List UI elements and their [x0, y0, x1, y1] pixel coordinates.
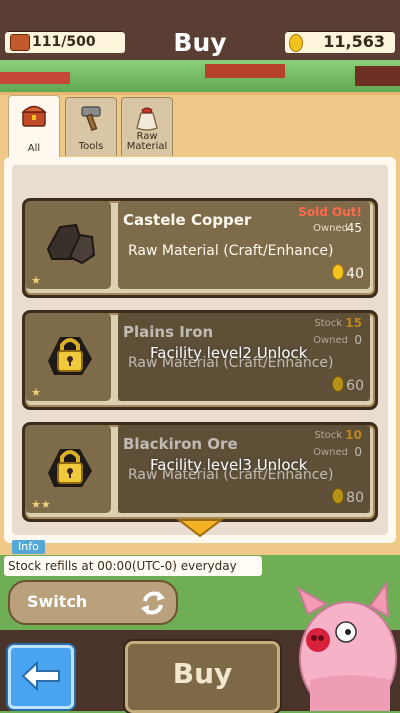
owned-label: Owned — [313, 335, 348, 346]
back-button[interactable] — [8, 645, 74, 709]
coin-icon — [289, 34, 303, 52]
item-card[interactable]: ★★ Blackiron Ore Stock 10 Owned 0 Raw Ma… — [22, 422, 378, 522]
sack-icon — [136, 107, 158, 131]
tab-all[interactable]: All — [8, 95, 60, 158]
price-value: 80 — [346, 490, 364, 506]
rarity-stars: ★ — [31, 386, 41, 399]
owned-label: Owned — [313, 447, 348, 458]
item-card[interactable]: ★ Castele Copper Sold Out! Owned 45 Raw … — [22, 198, 378, 298]
stock-value: 10 — [345, 428, 362, 442]
sold-out-badge: Sold Out! — [298, 205, 362, 219]
owned-value: 0 — [354, 333, 362, 347]
item-icon-box: ★ — [25, 313, 111, 401]
coin-value: 11,563 — [323, 32, 385, 51]
stock-refill-notice: Stock refills at 00:00(UTC-0) everyday — [4, 556, 262, 576]
price-value: 40 — [346, 266, 364, 282]
tab-tools[interactable]: Tools — [65, 97, 117, 156]
owned-value: 45 — [346, 221, 362, 235]
item-name: Blackiron Ore — [123, 435, 238, 453]
tab-label: All — [27, 143, 41, 154]
buy-label: Buy — [172, 657, 233, 690]
switch-label: Switch — [27, 592, 88, 611]
buy-button[interactable]: Buy — [125, 641, 280, 713]
item-category: Raw Material (Craft/Enhance) — [128, 243, 334, 259]
unlock-requirement: Facility level2 Unlock — [150, 344, 308, 362]
owned-label: Owned — [313, 223, 348, 234]
item-card[interactable]: ★ Plains Iron Stock 15 Owned 0 Raw Mater… — [22, 310, 378, 410]
tab-label: Tools — [78, 141, 104, 152]
hammer-icon — [81, 106, 101, 131]
chest-icon — [21, 105, 47, 127]
switch-button[interactable]: Switch — [8, 580, 178, 625]
stock-label: Stock — [314, 430, 342, 441]
tab-label: Raw Material — [126, 131, 168, 152]
scenery-roof — [205, 64, 285, 78]
item-icon-box: ★★ — [25, 425, 111, 513]
item-name: Plains Iron — [123, 323, 214, 341]
tab-raw-material[interactable]: Raw Material — [121, 97, 173, 156]
owned-value: 0 — [354, 445, 362, 459]
scroll-down-arrow-icon[interactable] — [177, 518, 223, 538]
rarity-stars: ★ — [31, 274, 41, 287]
scenery-roof — [0, 72, 70, 84]
stock-value: 15 — [345, 316, 362, 330]
item-price: 80 — [332, 488, 364, 506]
stock-label: Stock — [314, 318, 342, 329]
lock-icon — [48, 337, 92, 375]
copper-ore-icon — [46, 223, 96, 265]
back-arrow-icon — [21, 661, 60, 691]
rarity-stars: ★★ — [31, 498, 51, 511]
item-price: 40 — [332, 264, 364, 282]
item-name: Castele Copper — [123, 211, 252, 229]
item-info: Castele Copper Sold Out! Owned 45 Raw Ma… — [118, 201, 370, 289]
price-value: 60 — [346, 378, 364, 394]
lock-icon — [48, 449, 92, 487]
item-price: 60 — [332, 376, 364, 394]
scenery-roof — [355, 66, 400, 86]
switch-arrows-icon — [141, 591, 165, 615]
item-icon-box: ★ — [25, 201, 111, 289]
info-tag: Info — [12, 540, 45, 554]
unlock-requirement: Facility level3 Unlock — [150, 456, 308, 474]
coin-icon — [332, 376, 345, 392]
pig-mascot — [296, 581, 397, 711]
coin-icon — [332, 488, 345, 504]
coin-icon — [332, 264, 345, 280]
coin-counter: 11,563 — [285, 31, 395, 53]
